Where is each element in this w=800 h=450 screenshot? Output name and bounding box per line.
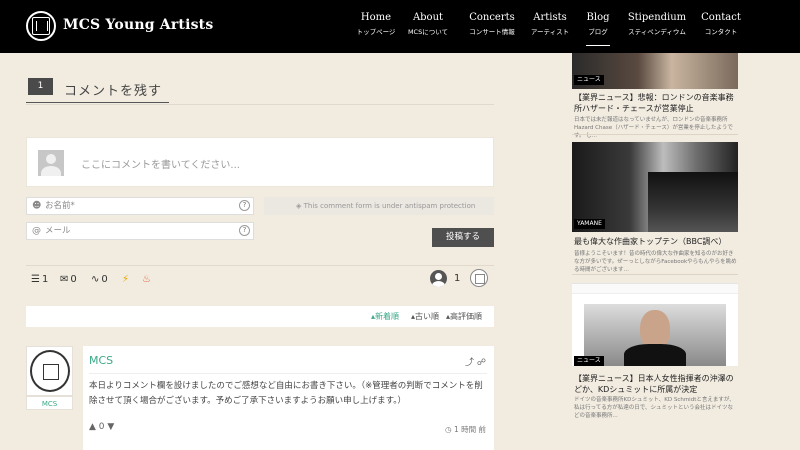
fire-icon: ♨ xyxy=(142,274,151,285)
replies-stat[interactable]: ✉ 0 xyxy=(60,274,77,285)
antispam-notice: ◈ This comment form is under antispam pr… xyxy=(264,197,494,215)
post-excerpt: 皆様ようこそいます！昔の時代の偉大な作曲家を知るのがお好きな方が多いです。ぜーっ… xyxy=(574,251,737,273)
sidebar-divider xyxy=(572,274,738,275)
post-title[interactable]: 【業界ニュース】日本人女性指揮者の沖澤のどか、KDシュミットに所属が決定 xyxy=(574,373,738,395)
nav-item-blog[interactable]: Blog ブログ xyxy=(578,12,618,46)
post-excerpt: ドイツの音楽事務所KDシュミット、KD Schmidtと言えますが、私は行ってる… xyxy=(574,397,735,419)
comments-section: 1 コメントを残す ここにコメントを書いてください... ☻ お名前* ? @ … xyxy=(26,53,494,450)
post-title[interactable]: 最も偉大な作曲家トップテン（BBC調べ） xyxy=(574,236,738,247)
nav-item-concerts[interactable]: Concerts コンサート情報 xyxy=(462,12,522,36)
post-title[interactable]: 【業界ニュース】悲報：ロンドンの音楽事務所ハザード・チェースが営業停止 xyxy=(574,92,738,114)
submit-comment-button[interactable]: 投稿する xyxy=(432,228,494,247)
comment-placeholder[interactable]: ここにコメントを書いてください... xyxy=(81,156,240,171)
name-placeholder: お名前* xyxy=(45,201,75,211)
share-icon[interactable]: ⤴ ☍ xyxy=(465,355,486,368)
nav-item-home[interactable]: Home トップページ xyxy=(354,12,398,36)
nav-item-about[interactable]: About MCSについて xyxy=(406,12,450,36)
comment-count-badge: 1 xyxy=(28,78,53,95)
nav-item-artists[interactable]: Artists アーティスト xyxy=(524,12,576,36)
at-icon: @ xyxy=(32,226,41,236)
shield-icon: ◈ xyxy=(296,202,304,210)
nav-item-contact[interactable]: Contact コンタクト xyxy=(695,12,747,36)
comment-author-avatar xyxy=(26,346,73,396)
divider xyxy=(26,104,494,105)
nav-item-stipendium[interactable]: Stipendium スティペンディウム xyxy=(622,12,692,36)
comment-divider xyxy=(89,373,487,374)
mcs-logo-icon[interactable] xyxy=(26,11,56,41)
online-users-icon[interactable] xyxy=(430,270,447,287)
bolt-icon: ⚡ xyxy=(122,274,130,285)
post-category-tag[interactable]: ニュース xyxy=(574,75,604,85)
trending-stat[interactable]: ♨ xyxy=(142,274,151,285)
help-icon[interactable]: ? xyxy=(239,200,250,211)
comment-card: MCS ⤴ ☍ 本日よりコメント欄を設けましたのでご感想など自由にお書き下さい。… xyxy=(83,346,494,450)
name-field[interactable]: ☻ お名前* ? xyxy=(26,197,254,215)
hot-stat[interactable]: ⚡ xyxy=(122,274,129,285)
email-field[interactable]: @ メール ? xyxy=(26,222,254,240)
section-title: コメントを残す xyxy=(64,84,163,99)
comment-editor[interactable]: ここにコメントを書いてください... xyxy=(26,137,494,187)
threads-stat[interactable]: ☰ 1 xyxy=(31,274,48,285)
sort-newest[interactable]: ▴新着順 xyxy=(371,311,399,322)
post-category-tag[interactable]: YAMANE xyxy=(574,219,605,229)
site-brand[interactable]: MCS Young Artists xyxy=(63,17,213,33)
comment-author[interactable]: MCS xyxy=(89,354,113,367)
sort-oldest[interactable]: ▴古い順 xyxy=(411,311,439,322)
sort-bar: ▴新着順 ▴古い順 ▴高評価順 xyxy=(26,306,494,327)
mcs-mini-logo-icon xyxy=(470,269,488,287)
replies-icon: ✉ xyxy=(60,274,69,285)
sidebar: ニュース 【業界ニュース】悲報：ロンドンの音楽事務所ハザード・チェースが営業停止… xyxy=(572,53,738,450)
user-avatar-icon xyxy=(38,150,64,176)
author-role-tag: MCS xyxy=(26,396,73,410)
online-users-count: 1 xyxy=(454,273,461,284)
post-category-tag[interactable]: ニュース xyxy=(574,356,604,366)
threads-icon: ☰ xyxy=(31,274,40,285)
rss-icon: ∿ xyxy=(91,274,100,285)
thumbs-up-icon: ▲ xyxy=(89,422,96,432)
comment-stats-bar: ☰ 1 ✉ 0 ∿ 0 ⚡ ♨ 1 xyxy=(26,265,494,295)
post-thumbnail[interactable] xyxy=(572,283,738,366)
help-icon[interactable]: ? xyxy=(239,225,250,236)
comment-text: 本日よりコメント欄を設けましたのでご感想など自由にお書き下さい。（※管理者の判断… xyxy=(89,381,483,406)
thumbs-down-icon: ▼ xyxy=(107,422,115,432)
title-underline xyxy=(26,102,169,103)
email-placeholder: メール xyxy=(45,226,71,236)
sort-top-rated[interactable]: ▴高評価順 xyxy=(446,311,482,322)
comment-votes[interactable]: ▲ 0 ▼ xyxy=(89,422,114,432)
clock-icon: ◷ xyxy=(445,425,454,434)
user-icon: ☻ xyxy=(32,201,42,211)
followers-stat[interactable]: ∿ 0 xyxy=(91,274,108,285)
site-header: MCS Young Artists Home トップページ About MCSについ… xyxy=(0,0,800,53)
post-excerpt: 日本では未だ報道はなっていませんが、ロンドンの音楽事務所Hazard Chase… xyxy=(574,117,733,139)
sidebar-divider xyxy=(572,134,738,135)
comment-time: ◷ 1 時間 前 xyxy=(445,425,486,434)
